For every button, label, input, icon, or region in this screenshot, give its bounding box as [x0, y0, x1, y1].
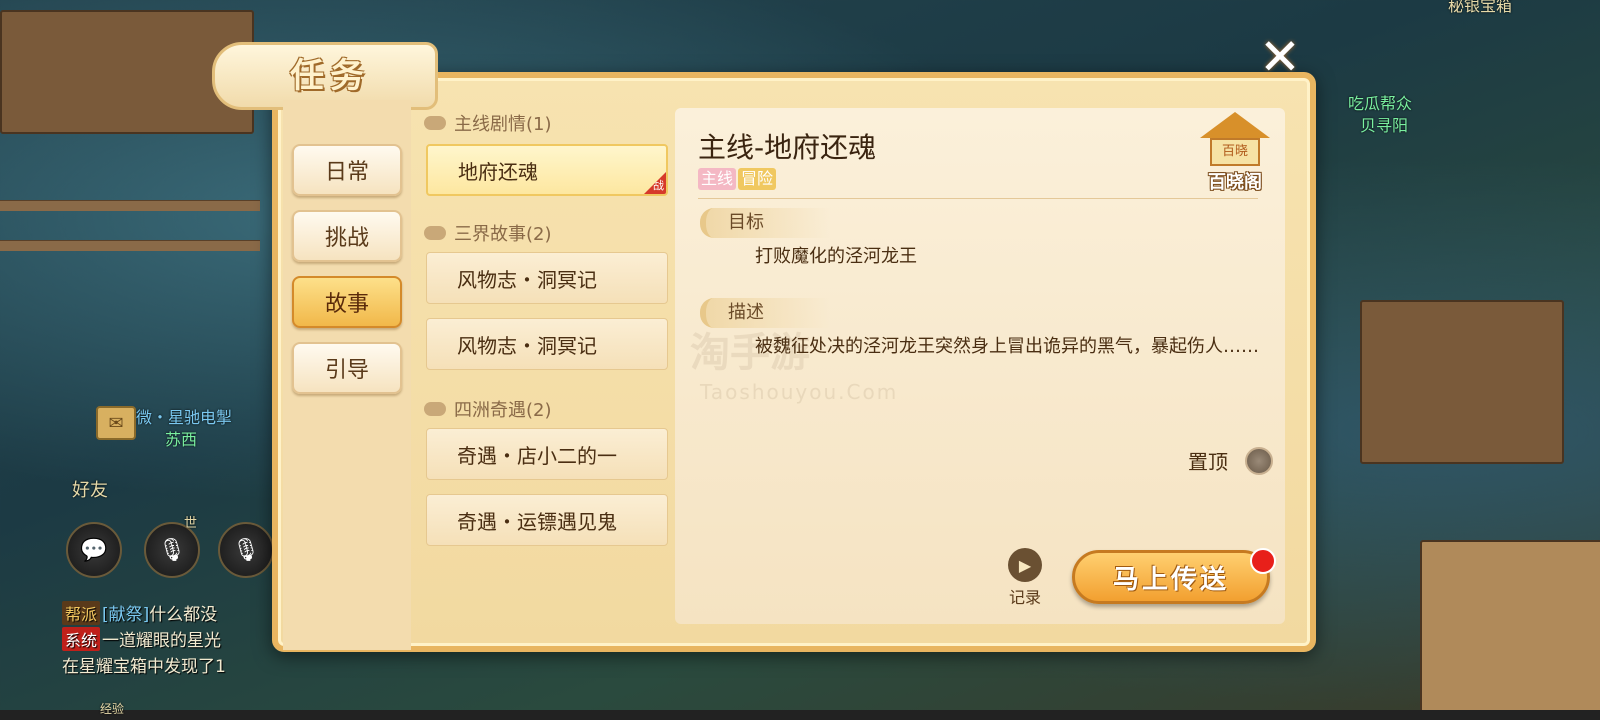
task-item-label: 风物志・洞冥记 [457, 267, 597, 292]
mail-button[interactable]: ✉ [96, 406, 136, 440]
record-label: 记录 [1008, 588, 1041, 607]
tag-main-story: 主线 [698, 168, 737, 190]
group-heading: 三界故事(2) [424, 220, 552, 246]
group-heading: 主线剧情(1) [424, 110, 552, 136]
friend-label[interactable]: 好友 [72, 476, 108, 502]
chat-line[interactable]: 帮派 [献祭]什么都没 [62, 600, 217, 625]
notification-dot [1250, 548, 1276, 574]
chat-channel-tag: 帮派 [62, 601, 101, 625]
microphone-icon: 🎙 [232, 537, 260, 563]
cloud-icon [424, 116, 446, 130]
quest-title: 主线-地府还魂 [698, 131, 877, 164]
task-item-label: 地府还魂 [458, 159, 538, 184]
chat-channel-tag: 系统 [62, 627, 101, 651]
description-text: 被魏征处决的泾河龙王突然身上冒出诡异的黑气，暴起伤人…… [755, 336, 1259, 357]
npc-guild[interactable]: 吃瓜帮众 [1348, 90, 1412, 114]
background-dock-right [1360, 300, 1564, 464]
task-item-label: 奇遇・运镖遇见鬼 [457, 509, 617, 534]
goal-label: 目标 [700, 208, 830, 238]
tag-adventure: 冒险 [738, 168, 777, 190]
task-item-label: 风物志・洞冥记 [457, 333, 597, 358]
chat-text: 一道耀眼的星光 [102, 631, 222, 651]
microphone-icon: 🎙 [158, 537, 186, 563]
chat-line[interactable]: 系统 一道耀眼的星光 [62, 626, 221, 651]
task-item[interactable]: 地府还魂 战 [426, 144, 668, 196]
goal-text: 打败魔化的泾河龙王 [755, 246, 917, 267]
speech-bubble-icon: 💬 [80, 537, 108, 563]
task-item[interactable]: 风物志・洞冥记 [426, 252, 668, 304]
pavilion-sign: 百晓 [1210, 138, 1260, 166]
pavilion-label: 百晓阁 [1208, 172, 1262, 193]
chat-line[interactable]: 在星耀宝箱中发现了1 [62, 652, 226, 677]
group-heading-label: 四洲奇遇(2) [454, 400, 552, 421]
player-title: 紫微・星驰电掣 [120, 408, 233, 427]
player-name[interactable]: 苏西 [165, 426, 197, 450]
divider [698, 198, 1258, 199]
background-plank [0, 200, 260, 211]
mail-icon: ✉ [108, 412, 124, 434]
cloud-icon [424, 226, 446, 240]
exp-bar [0, 710, 1600, 720]
video-camera-icon: ▶ [1008, 548, 1042, 582]
baixiao-pavilion-button[interactable]: 百晓 百晓阁 [1194, 108, 1276, 228]
npc-name[interactable]: 贝寻阳 [1360, 112, 1408, 136]
close-button[interactable]: ✕ [1254, 32, 1306, 84]
group-heading-label: 主线剧情(1) [454, 114, 552, 135]
pin-label: 置顶 [1188, 450, 1228, 474]
battle-badge: 战 [644, 172, 666, 194]
npc-name-top[interactable]: 秘银宝箱 [1448, 0, 1512, 16]
task-item[interactable]: 奇遇・运镖遇见鬼 [426, 494, 668, 546]
description-label: 描述 [700, 298, 830, 328]
task-item[interactable]: 风物志・洞冥记 [426, 318, 668, 370]
pin-toggle[interactable] [1245, 447, 1273, 475]
background-dock-bottom-right [1420, 540, 1600, 714]
record-button[interactable]: ▶ 记录 [1000, 548, 1050, 610]
close-icon: ✕ [1259, 28, 1301, 86]
tab-daily[interactable]: 日常 [292, 144, 402, 196]
background-plank [0, 240, 260, 251]
chat-text: 什么都没 [149, 605, 218, 625]
pavilion-roof-icon [1200, 112, 1270, 138]
exp-label: 经验 [100, 702, 125, 716]
dialog-title: 任务 [290, 56, 370, 96]
group-heading: 四洲奇遇(2) [424, 396, 552, 422]
world-channel-label: 世 [184, 516, 198, 531]
chat-text: 在星耀宝箱中发现了1 [62, 657, 226, 677]
watermark-sub: Taoshouyou.Com [700, 380, 899, 404]
chat-prefix: [献祭] [102, 605, 150, 625]
tab-challenge[interactable]: 挑战 [292, 210, 402, 262]
chat-button[interactable]: 💬 [66, 522, 122, 578]
tab-story[interactable]: 故事 [292, 276, 402, 328]
cloud-icon [424, 402, 446, 416]
team-voice-button[interactable]: 🎙 [218, 522, 274, 578]
teleport-button[interactable]: 马上传送 [1072, 550, 1270, 604]
tab-guide[interactable]: 引导 [292, 342, 402, 394]
group-heading-label: 三界故事(2) [454, 224, 552, 245]
task-item[interactable]: 奇遇・店小二的一 [426, 428, 668, 480]
task-item-label: 奇遇・店小二的一 [457, 443, 617, 468]
